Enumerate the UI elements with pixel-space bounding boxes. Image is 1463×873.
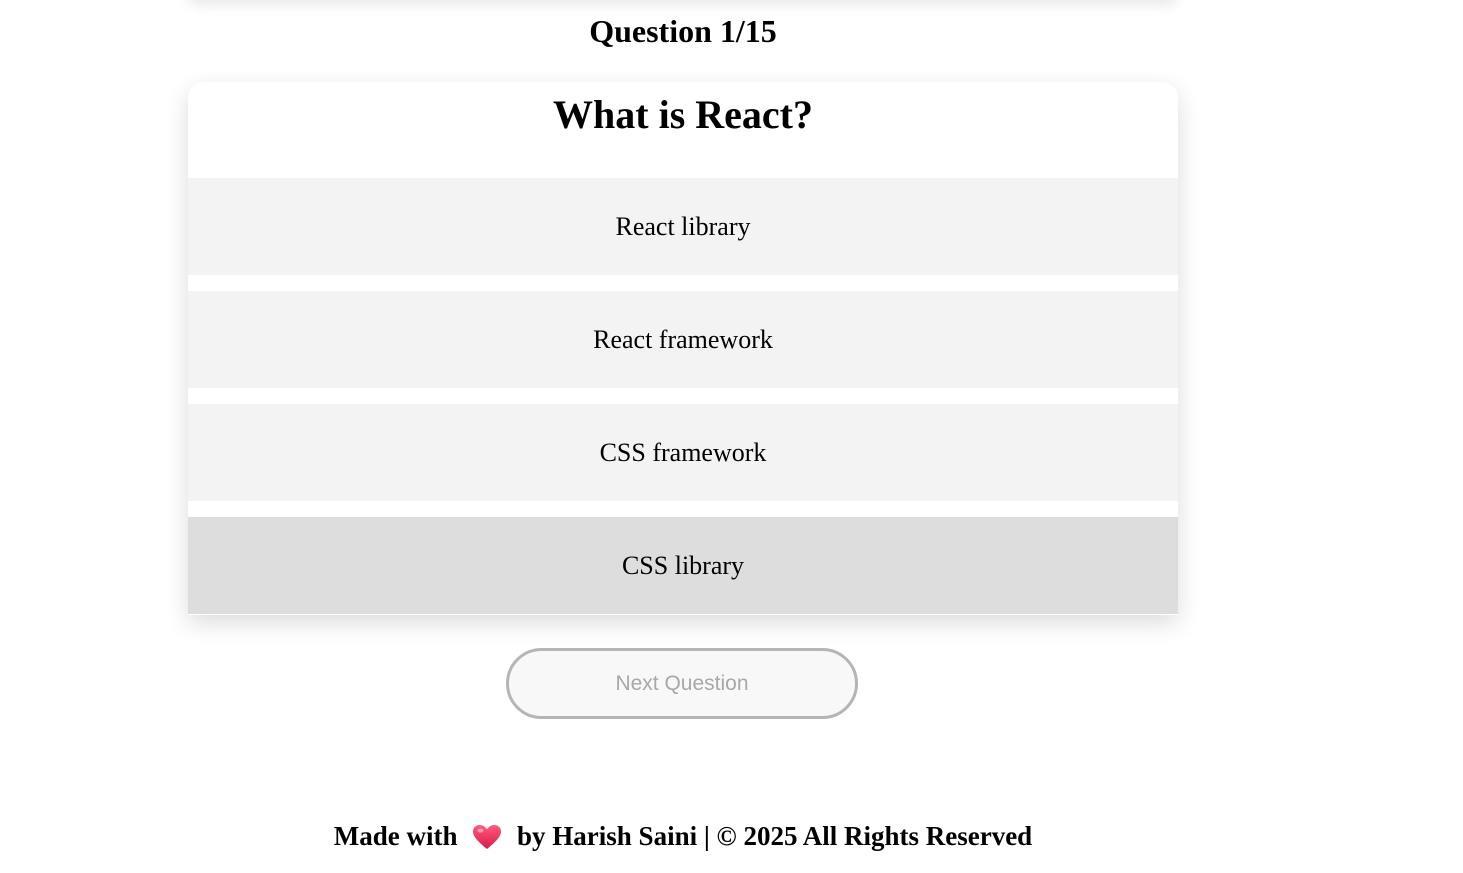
footer-prefix: Made with xyxy=(333,821,458,851)
heart-icon xyxy=(473,824,502,849)
question-counter: Question 1/15 xyxy=(589,13,777,49)
footer: Made with by Harish Saini | © 2025 All R… xyxy=(188,818,1178,854)
next-question-button[interactable]: Next Question xyxy=(506,648,858,719)
option-3[interactable]: CSS framework xyxy=(188,404,1178,501)
quiz-page: Question 1/15 What is React? React libra… xyxy=(0,0,1463,873)
footer-credit: by Harish Saini | © 2025 All Rights Rese… xyxy=(517,821,1033,851)
options-list: React library React framework CSS framew… xyxy=(188,178,1178,614)
question-card: What is React? React library React frame… xyxy=(188,82,1178,615)
option-2[interactable]: React framework xyxy=(188,291,1178,388)
option-4[interactable]: CSS library xyxy=(188,517,1178,614)
question-text: What is React? xyxy=(553,92,813,137)
option-1[interactable]: React library xyxy=(188,178,1178,275)
